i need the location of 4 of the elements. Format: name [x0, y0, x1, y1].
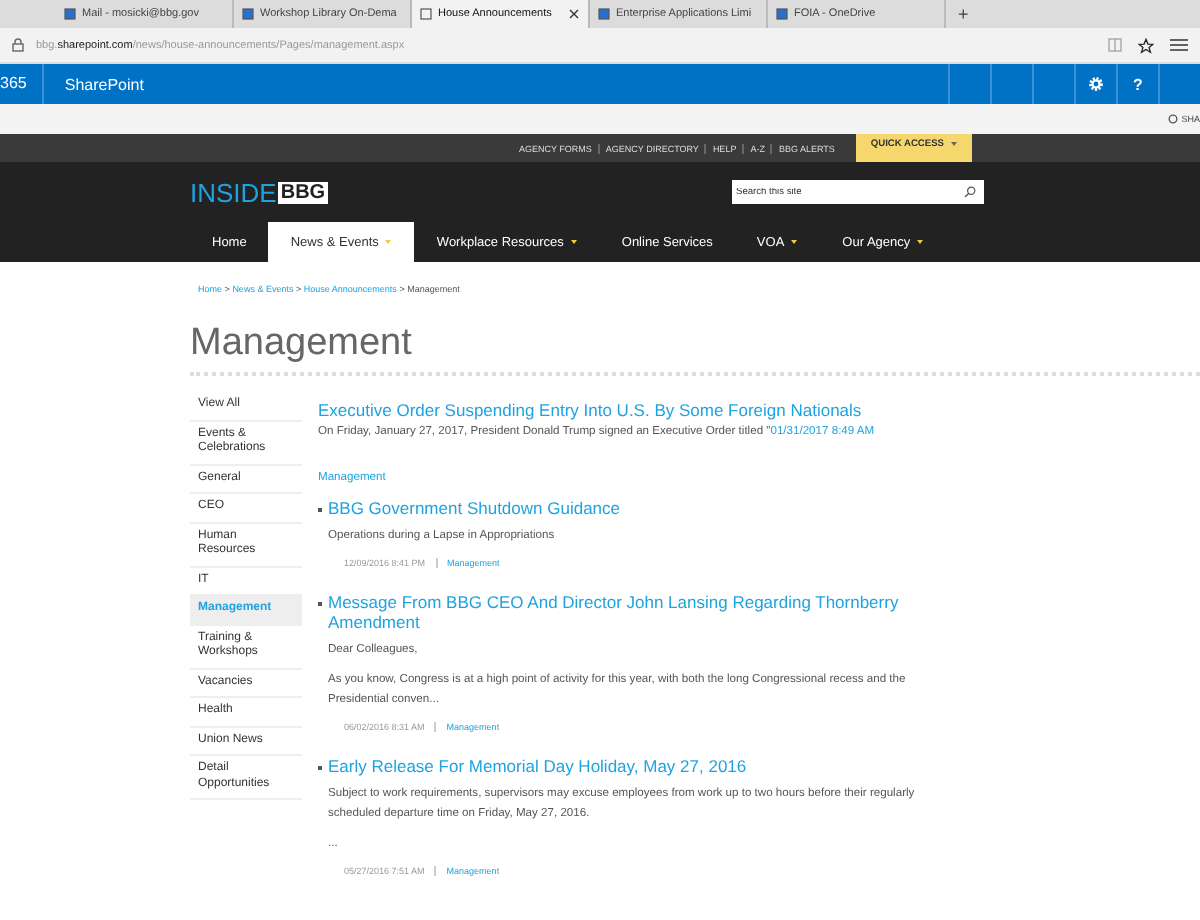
new-tab-button[interactable]: +: [946, 0, 981, 28]
app-name[interactable]: SharePoint: [44, 75, 144, 93]
site-logo[interactable]: INSIDE BBG: [190, 177, 328, 207]
page-title: Management: [190, 322, 1200, 376]
